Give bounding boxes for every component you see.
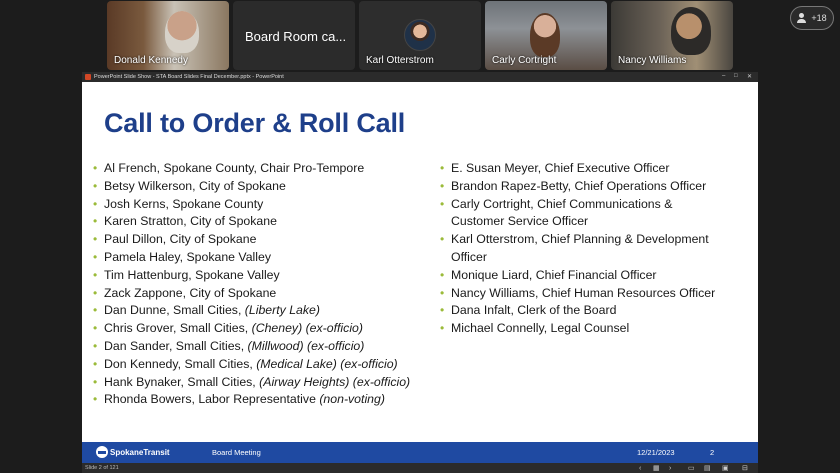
list-item: E. Susan Meyer, Chief Executive Officer	[440, 160, 758, 178]
more-participants-count: +18	[811, 13, 827, 23]
list-item: Karen Stratton, City of Spokane	[93, 213, 443, 231]
powerpoint-window: PowerPoint Slide Show - STA Board Slides…	[82, 72, 758, 473]
meeting-stage: Donald Kennedy Board Room ca... Karl Ott…	[0, 0, 840, 473]
list-item: Nancy Williams, Chief Human Resources Of…	[440, 285, 758, 303]
list-item: Brandon Rapez-Betty, Chief Operations Of…	[440, 178, 758, 196]
list-item: Michael Connelly, Legal Counsel	[440, 320, 758, 338]
participant-tile-karl-otterstrom[interactable]: Karl Otterstrom	[359, 1, 481, 70]
slide: Call to Order & Roll Call Al French, Spo…	[82, 82, 758, 463]
slide-title: Call to Order & Roll Call	[104, 108, 406, 138]
list-item: Hank Bynaker, Small Cities, (Airway Heig…	[93, 374, 443, 392]
slide-counter: Slide 2 of 121	[85, 465, 119, 471]
participant-name: Carly Cortright	[492, 55, 557, 66]
list-item: Zack Zappone, City of Spokane	[93, 285, 443, 303]
footer-page-number: 2	[710, 448, 715, 457]
window-titlebar: PowerPoint Slide Show - STA Board Slides…	[82, 72, 758, 82]
window-title: PowerPoint Slide Show - STA Board Slides…	[94, 74, 284, 80]
list-item: Pamela Haley, Spokane Valley	[93, 249, 443, 267]
maximize-icon[interactable]: □	[734, 73, 738, 79]
reading-view-icon[interactable]: ▤	[704, 463, 711, 473]
participant-name: Nancy Williams	[618, 55, 687, 66]
transit-logo-icon	[96, 446, 108, 458]
list-item: Monique Liard, Chief Financial Officer	[440, 267, 758, 285]
participant-video	[530, 13, 560, 57]
staff-list: E. Susan Meyer, Chief Executive Officer …	[440, 160, 758, 338]
list-item: Paul Dillon, City of Spokane	[93, 231, 443, 249]
people-icon	[797, 13, 807, 23]
slideshow-status-bar: Slide 2 of 121 ‹ ▦ › ▭ ▤ ▣ ⊟	[82, 463, 758, 473]
footer-meeting-label: Board Meeting	[212, 448, 261, 457]
normal-view-icon[interactable]: ▭	[688, 463, 695, 473]
participant-name: Donald Kennedy	[114, 55, 188, 66]
slide-footer: SpokaneTransit Board Meeting 12/21/2023 …	[82, 442, 758, 463]
list-item: Rhonda Bowers, Labor Representative (non…	[93, 391, 443, 409]
list-item: Tim Hattenburg, Spokane Valley	[93, 267, 443, 285]
avatar	[404, 19, 436, 51]
list-item: Dana Infalt, Clerk of the Board	[440, 302, 758, 320]
participant-tile-carly-cortright[interactable]: Carly Cortright	[485, 1, 607, 70]
list-item: Carly Cortright, Chief Communications & …	[440, 196, 698, 232]
list-item: Dan Sander, Small Cities, (Millwood) (ex…	[93, 338, 443, 356]
participant-video	[165, 11, 199, 53]
presenter-view-icon[interactable]: ⊟	[742, 463, 748, 473]
spokane-transit-logo: SpokaneTransit	[96, 446, 170, 458]
participant-tile-nancy-williams[interactable]: Nancy Williams	[611, 1, 733, 70]
list-item: Karl Otterstrom, Chief Planning & Develo…	[440, 231, 740, 267]
list-item: Josh Kerns, Spokane County	[93, 196, 443, 214]
slideshow-view-icon[interactable]: ▣	[722, 463, 729, 473]
footer-date: 12/21/2023	[637, 448, 675, 457]
list-item: Al French, Spokane County, Chair Pro-Tem…	[93, 160, 443, 178]
previous-slide-icon[interactable]: ‹	[639, 463, 641, 473]
powerpoint-icon	[85, 74, 91, 80]
list-item: Don Kennedy, Small Cities, (Medical Lake…	[93, 356, 443, 374]
participant-tile-donald-kennedy[interactable]: Donald Kennedy	[107, 1, 229, 70]
board-members-list: Al French, Spokane County, Chair Pro-Tem…	[93, 160, 443, 409]
participant-name: Karl Otterstrom	[366, 55, 434, 66]
minimize-icon[interactable]: –	[722, 73, 725, 79]
list-item: Betsy Wilkerson, City of Spokane	[93, 178, 443, 196]
list-item: Chris Grover, Small Cities, (Cheney) (ex…	[93, 320, 443, 338]
next-slide-icon[interactable]: ›	[669, 463, 671, 473]
close-icon[interactable]: ✕	[747, 73, 752, 80]
participant-video	[671, 7, 711, 55]
participant-name: Board Room ca...	[245, 29, 347, 44]
more-participants-button[interactable]: +18	[790, 6, 834, 30]
participant-tile-board-room[interactable]: Board Room ca...	[233, 1, 355, 70]
slide-sorter-icon[interactable]: ▦	[653, 463, 660, 473]
list-item: Dan Dunne, Small Cities, (Liberty Lake)	[93, 302, 443, 320]
